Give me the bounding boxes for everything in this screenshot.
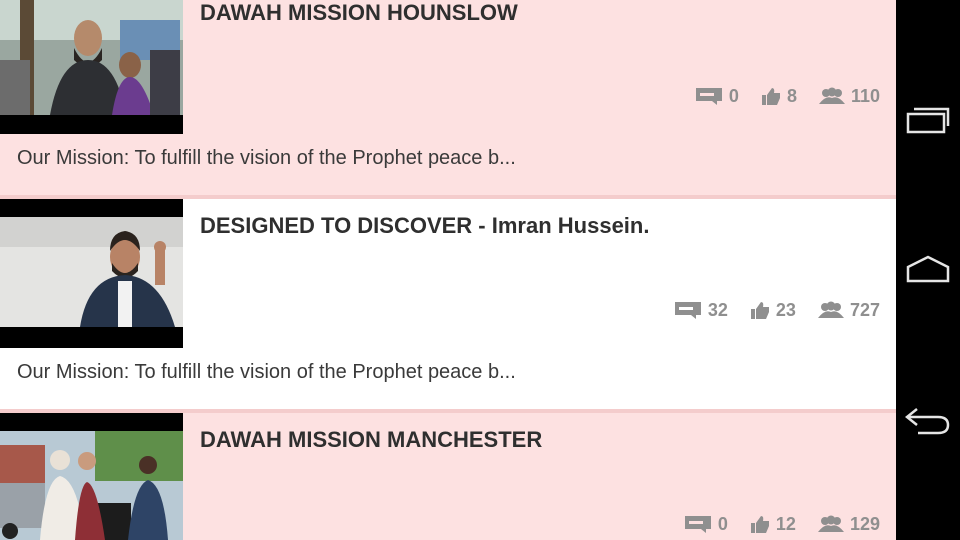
video-title[interactable]: DAWAH MISSION MANCHESTER [200, 427, 880, 453]
system-navigation-bar [896, 0, 960, 540]
back-icon [904, 408, 950, 435]
recent-apps-button[interactable] [896, 80, 960, 160]
like-count: 12 [750, 515, 796, 533]
thumbs-up-icon [750, 301, 770, 319]
video-feed: DAWAH MISSION HOUNSLOW 0 8 110 Our Missi… [0, 0, 896, 540]
video-title[interactable]: DAWAH MISSION HOUNSLOW [200, 0, 880, 26]
like-count: 8 [761, 87, 797, 105]
thumbs-up-icon [761, 87, 781, 105]
comment-count: 0 [695, 87, 739, 105]
comment-count: 0 [684, 515, 728, 533]
comment-icon [684, 515, 712, 533]
thumbs-up-icon [750, 515, 770, 533]
video-description: Our Mission: To fulfill the vision of th… [17, 147, 516, 169]
like-count: 23 [750, 301, 796, 319]
video-card[interactable]: DAWAH MISSION MANCHESTER 0 12 129 [0, 413, 896, 540]
back-button[interactable] [896, 380, 960, 460]
view-count: 110 [818, 87, 880, 105]
comment-icon [674, 301, 702, 319]
video-description: Our Mission: To fulfill the vision of th… [17, 361, 516, 383]
video-card[interactable]: DESIGNED TO DISCOVER - Imran Hussein. 32… [0, 199, 896, 497]
comment-icon [695, 87, 723, 105]
video-thumbnail[interactable] [0, 199, 183, 348]
video-stats: 0 8 110 [673, 87, 880, 105]
video-title[interactable]: DESIGNED TO DISCOVER - Imran Hussein. [200, 213, 880, 239]
view-count: 727 [817, 301, 880, 319]
home-icon [906, 255, 950, 283]
viewers-icon [818, 87, 845, 105]
viewers-icon [817, 515, 844, 533]
video-card[interactable]: DAWAH MISSION HOUNSLOW 0 8 110 Our Missi… [0, 0, 896, 195]
video-thumbnail[interactable] [0, 0, 183, 134]
video-stats: 32 23 727 [652, 301, 880, 319]
view-count: 129 [817, 515, 880, 533]
video-thumbnail[interactable] [0, 413, 183, 540]
home-button[interactable] [896, 230, 960, 310]
video-stats: 0 12 129 [662, 515, 880, 533]
comment-count: 32 [674, 301, 728, 319]
recent-apps-icon [906, 107, 950, 134]
viewers-icon [817, 301, 844, 319]
